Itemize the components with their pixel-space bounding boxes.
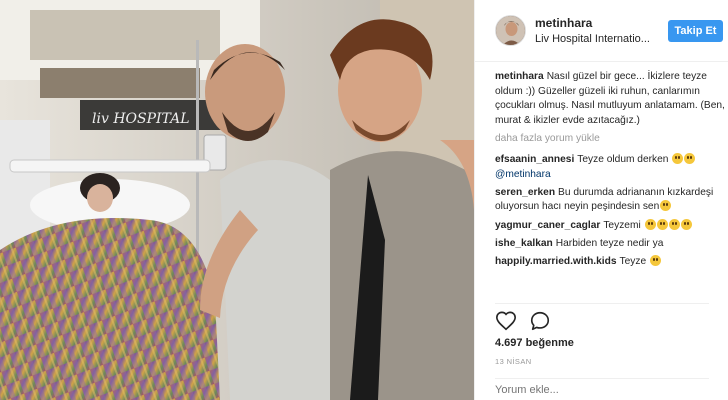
load-more-comments-link[interactable]: daha fazla yorum yükle bbox=[495, 132, 725, 147]
grinning-face-emoji bbox=[649, 254, 661, 266]
heart-icon[interactable] bbox=[495, 310, 517, 332]
comment-username[interactable]: efsaanin_annesi bbox=[495, 154, 574, 165]
hospital-selfie-image: liv HOSPITAL bbox=[0, 0, 474, 400]
grinning-face-emoji bbox=[660, 200, 672, 212]
comment-username[interactable]: yagmur_caner_caglar bbox=[495, 220, 600, 231]
crying-face-emoji bbox=[644, 218, 656, 230]
follow-button[interactable]: Takip Et bbox=[668, 20, 723, 42]
comment-username[interactable]: seren_erken bbox=[495, 187, 555, 198]
crying-face-emoji bbox=[680, 218, 692, 230]
add-comment-input[interactable] bbox=[495, 384, 709, 396]
mention-link[interactable]: @metinhara bbox=[495, 169, 551, 180]
wall-sign: liv HOSPITAL bbox=[92, 111, 190, 127]
comment-username[interactable]: ishe_kalkan bbox=[495, 238, 553, 249]
username[interactable]: metinhara bbox=[535, 16, 592, 30]
divider bbox=[495, 378, 709, 379]
comment-item: seren_erken Bu durumda adriananın kızkard… bbox=[495, 186, 725, 215]
comment-icon[interactable] bbox=[529, 310, 551, 332]
comment-list: metinhara Nasıl güzel bir gece... İkizler… bbox=[495, 70, 725, 273]
post-details-panel: metinhara Liv Hospital Internatio... Tak… bbox=[474, 0, 728, 400]
likes-count[interactable]: 4.697 beğenme bbox=[495, 337, 574, 349]
crying-face-emoji bbox=[656, 218, 668, 230]
comment-username[interactable]: metinhara bbox=[495, 71, 544, 82]
comment-text: Teyzemi bbox=[603, 219, 644, 231]
crying-face-emoji bbox=[668, 218, 680, 230]
comment-text: Teyze oldum derken bbox=[577, 153, 672, 165]
comment-username[interactable]: happily.married.with.kids bbox=[495, 256, 617, 267]
comment-item: metinhara Nasıl güzel bir gece... İkizler… bbox=[495, 70, 725, 128]
comment-text: Harbiden teyze nedir ya bbox=[555, 237, 664, 249]
post-header: metinhara Liv Hospital Internatio... Tak… bbox=[475, 0, 728, 62]
avatar[interactable] bbox=[495, 15, 526, 46]
comment-text: Teyze bbox=[619, 255, 649, 267]
comment-item: ishe_kalkan Harbiden teyze nedir ya bbox=[495, 237, 725, 252]
comment-item: yagmur_caner_caglar Teyzemi bbox=[495, 218, 725, 234]
location-link[interactable]: Liv Hospital Internatio... bbox=[535, 33, 657, 45]
avatar-image bbox=[496, 16, 525, 45]
post-date[interactable]: 13 NİSAN bbox=[495, 357, 532, 366]
crying-face-emoji bbox=[672, 152, 684, 164]
comment-item: efsaanin_annesi Teyze oldum derken @metin… bbox=[495, 152, 725, 182]
post-photo[interactable]: liv HOSPITAL bbox=[0, 0, 474, 400]
crying-face-emoji bbox=[684, 152, 696, 164]
divider bbox=[495, 303, 709, 304]
comment-item: happily.married.with.kids Teyze bbox=[495, 254, 725, 270]
